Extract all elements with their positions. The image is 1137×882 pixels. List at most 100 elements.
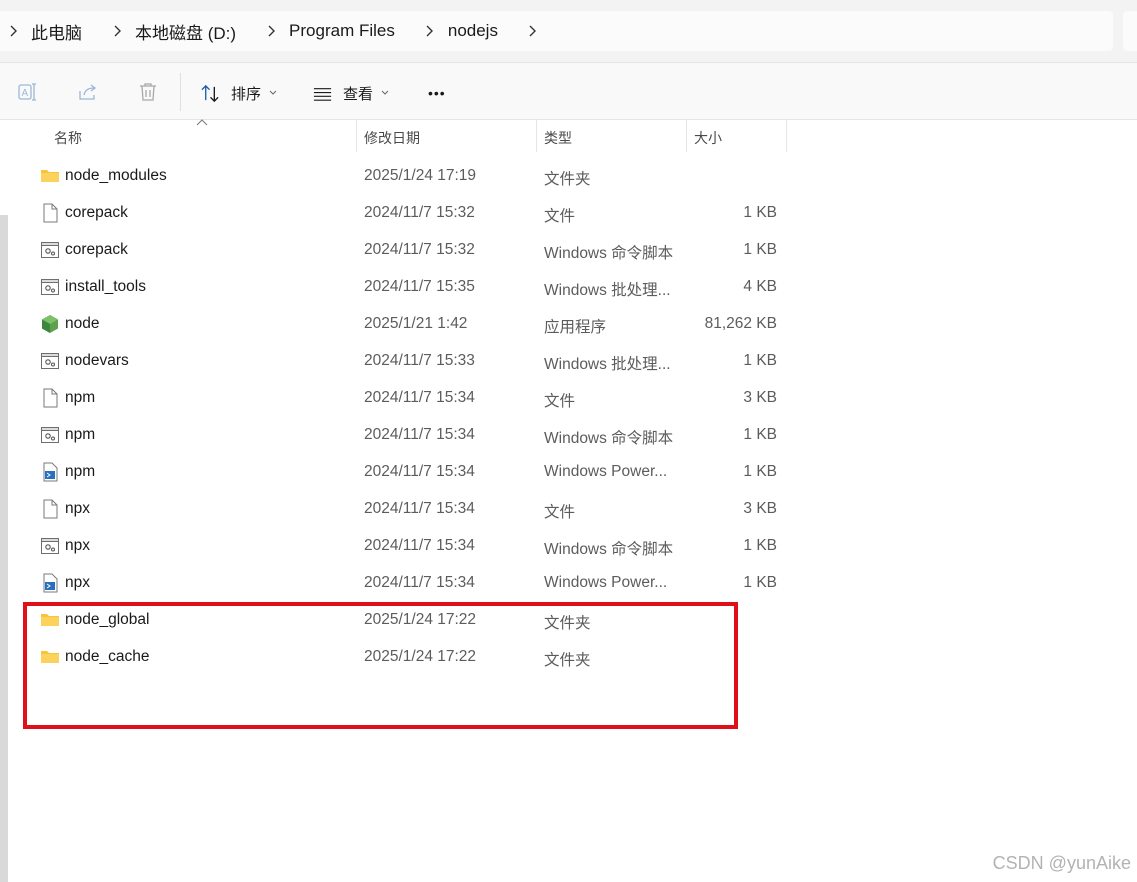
file-icon: [40, 388, 60, 408]
file-icon: [40, 203, 60, 223]
file-row[interactable]: corepack 2024/11/7 15:32 Windows 命令脚本 1 KB: [30, 232, 790, 269]
sort-icon: [201, 84, 219, 102]
file-type: Windows Power...: [544, 463, 668, 480]
more-icon: •••: [428, 85, 446, 101]
file-modified: 2024/11/7 15:33: [364, 352, 475, 369]
script-icon: [40, 425, 60, 445]
more-options-button[interactable]: •••: [428, 80, 446, 106]
file-row[interactable]: npx 2024/11/7 15:34 Windows 命令脚本 1 KB: [30, 528, 790, 565]
column-type[interactable]: 类型: [544, 128, 572, 148]
delete-icon[interactable]: [137, 81, 159, 103]
file-size: 1 KB: [743, 241, 777, 258]
breadcrumb-local-disk[interactable]: 本地磁盘 (D:): [135, 19, 236, 44]
address-bar-area: 此电脑 本地磁盘 (D:) Program Files nodejs: [0, 0, 1137, 62]
file-modified: 2024/11/7 15:32: [364, 241, 475, 258]
chevron-down-icon: [381, 90, 389, 95]
file-size: 1 KB: [743, 574, 777, 591]
file-row[interactable]: npm 2024/11/7 15:34 Windows Power... 1 KB: [30, 454, 790, 491]
file-row[interactable]: npx 2024/11/7 15:34 Windows Power... 1 KB: [30, 565, 790, 602]
address-bar[interactable]: 此电脑 本地磁盘 (D:) Program Files nodejs: [0, 11, 1113, 51]
file-name: install_tools: [65, 278, 146, 295]
nodejs-icon: [40, 314, 60, 334]
file-size: 1 KB: [743, 204, 777, 221]
sort-ascending-icon: [196, 119, 208, 126]
sort-label: 排序: [231, 85, 262, 103]
file-type: 文件: [544, 393, 576, 410]
file-row[interactable]: node 2025/1/21 1:42 应用程序 81,262 KB: [30, 306, 790, 343]
command-bar: A 排序 查看 •••: [0, 62, 1137, 120]
file-row[interactable]: npx 2024/11/7 15:34 文件 3 KB: [30, 491, 790, 528]
file-size: 3 KB: [743, 500, 777, 517]
column-modified[interactable]: 修改日期: [364, 128, 420, 148]
column-divider[interactable]: [686, 120, 687, 152]
file-name: npx: [65, 574, 90, 591]
file-size: 1 KB: [743, 352, 777, 369]
file-modified: 2024/11/7 15:34: [364, 463, 475, 480]
column-divider[interactable]: [356, 120, 357, 152]
file-type: 应用程序: [544, 319, 607, 336]
file-name: npx: [65, 500, 90, 517]
breadcrumb-this-pc[interactable]: 此电脑: [31, 19, 82, 44]
file-type: 文件夹: [544, 171, 591, 188]
file-size: 81,262 KB: [704, 315, 777, 332]
column-size[interactable]: 大小: [694, 128, 722, 148]
view-button[interactable]: 查看: [312, 80, 389, 106]
chevron-right-icon[interactable]: [110, 25, 123, 38]
file-row[interactable]: install_tools 2024/11/7 15:35 Windows 批处理.…: [30, 269, 790, 306]
column-name[interactable]: 名称: [54, 128, 82, 148]
sort-button[interactable]: 排序: [200, 80, 277, 106]
file-name: nodevars: [65, 352, 129, 369]
chevron-right-icon[interactable]: [423, 25, 436, 38]
file-modified: 2024/11/7 15:34: [364, 500, 475, 517]
file-name: node_modules: [65, 167, 167, 184]
chevron-right-icon[interactable]: [6, 25, 19, 38]
file-size: 1 KB: [743, 463, 777, 480]
breadcrumb-nodejs[interactable]: nodejs: [448, 21, 498, 41]
folder-icon: [40, 166, 60, 186]
rename-icon[interactable]: A: [17, 81, 39, 103]
file-size: 1 KB: [743, 426, 777, 443]
file-modified: 2024/11/7 15:34: [364, 389, 475, 406]
file-name: node: [65, 315, 100, 332]
file-size: 4 KB: [743, 278, 777, 295]
view-label: 查看: [343, 85, 374, 103]
file-size: 3 KB: [743, 389, 777, 406]
file-type: Windows Power...: [544, 574, 668, 591]
file-row[interactable]: corepack 2024/11/7 15:32 文件 1 KB: [30, 195, 790, 232]
annotation-highlight-box: [23, 602, 738, 729]
column-divider[interactable]: [786, 120, 787, 152]
column-divider[interactable]: [536, 120, 537, 152]
file-row[interactable]: npm 2024/11/7 15:34 Windows 命令脚本 1 KB: [30, 417, 790, 454]
file-type: Windows 批处理...: [544, 282, 671, 299]
file-name: npx: [65, 537, 90, 554]
file-type: 文件: [544, 208, 576, 225]
watermark: CSDN @yunAike: [992, 853, 1131, 873]
file-type: Windows 命令脚本: [544, 245, 674, 262]
script-icon: [40, 536, 60, 556]
file-name: corepack: [65, 204, 128, 221]
file-modified: 2025/1/24 17:19: [364, 167, 477, 184]
powershell-icon: [40, 462, 60, 482]
file-name: npm: [65, 463, 96, 480]
file-row[interactable]: nodevars 2024/11/7 15:33 Windows 批处理... 1 K…: [30, 343, 790, 380]
search-box-edge[interactable]: [1123, 11, 1137, 51]
file-modified: 2024/11/7 15:35: [364, 278, 475, 295]
file-type: 文件: [544, 504, 576, 521]
script-icon: [40, 277, 60, 297]
chevron-right-icon[interactable]: [264, 25, 277, 38]
breadcrumb-program-files[interactable]: Program Files: [289, 21, 395, 41]
file-type: Windows 命令脚本: [544, 541, 674, 558]
script-icon: [40, 351, 60, 371]
scrollbar[interactable]: [0, 215, 8, 882]
chevron-right-icon[interactable]: [526, 25, 539, 38]
file-name: npm: [65, 389, 96, 406]
file-row[interactable]: node_modules 2025/1/24 17:19 文件夹: [30, 158, 790, 195]
view-list-icon: [313, 87, 332, 101]
file-modified: 2025/1/21 1:42: [364, 315, 468, 332]
file-icon: [40, 499, 60, 519]
svg-text:A: A: [22, 88, 29, 99]
file-modified: 2024/11/7 15:34: [364, 537, 475, 554]
file-name: npm: [65, 426, 96, 443]
file-row[interactable]: npm 2024/11/7 15:34 文件 3 KB: [30, 380, 790, 417]
share-icon[interactable]: [77, 81, 99, 103]
